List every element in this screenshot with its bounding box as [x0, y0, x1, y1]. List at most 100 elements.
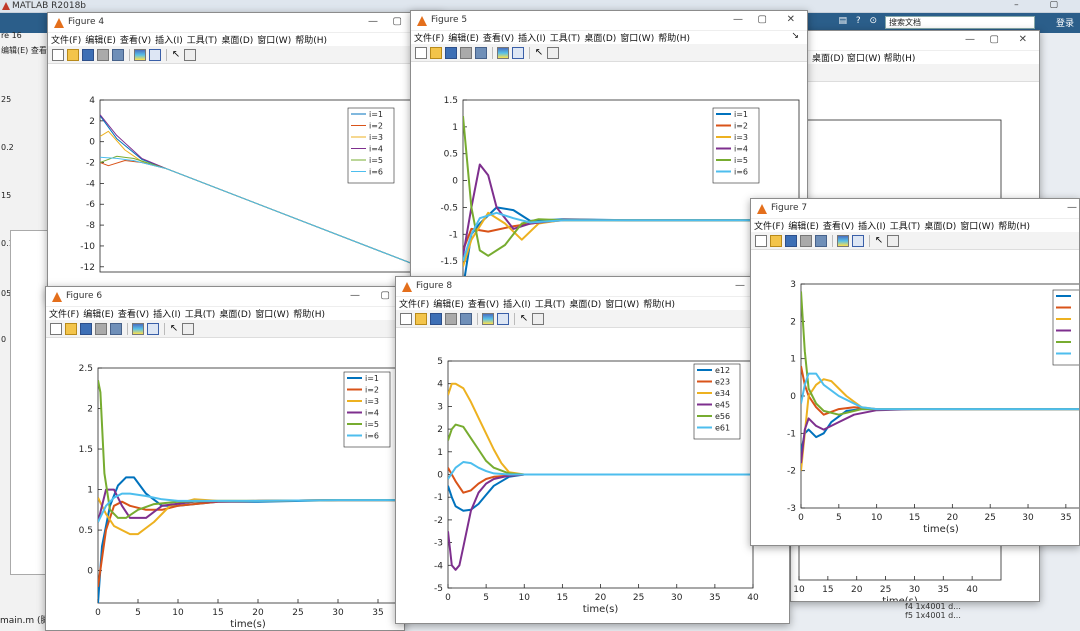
window-controls[interactable]: – ▢ — [1014, 0, 1072, 10]
save-icon[interactable] — [430, 313, 442, 325]
menu-item[interactable]: 编辑(E) — [433, 300, 464, 310]
minimize-icon[interactable]: — — [350, 290, 360, 301]
new-figure-icon[interactable] — [755, 235, 767, 247]
menu-item[interactable]: 桌面(D) — [219, 310, 251, 320]
maximize-icon[interactable]: ▢ — [381, 290, 390, 301]
menu-item[interactable]: 文件(F) — [49, 310, 79, 320]
menu-item[interactable]: 窗口(W) — [257, 36, 291, 46]
menu-item[interactable]: 编辑(E) — [448, 34, 479, 44]
menu-item[interactable]: 查看(V) — [468, 300, 499, 310]
menu-item[interactable]: 编辑(E) — [85, 36, 116, 46]
menu-item[interactable]: 插入(I) — [518, 34, 546, 44]
menu-item[interactable]: 插入(I) — [858, 222, 886, 232]
property-inspector-icon[interactable] — [532, 313, 544, 325]
menu-item[interactable]: 插入(I) — [155, 36, 183, 46]
menu-item[interactable]: 桌面(D) — [924, 222, 956, 232]
menu-item[interactable]: 帮助(H) — [295, 36, 327, 46]
open-file-icon[interactable] — [430, 47, 442, 59]
minimize-icon[interactable]: — — [368, 16, 378, 27]
property-inspector-icon[interactable] — [184, 49, 196, 61]
menu-item[interactable]: 帮助(H) — [293, 310, 325, 320]
menu-item[interactable]: 工具(T) — [185, 310, 216, 320]
menu-item[interactable]: 文件(F) — [414, 34, 444, 44]
menu-item[interactable]: 窗口(W) — [960, 222, 994, 232]
minimize-icon[interactable]: — — [965, 34, 975, 45]
edit-plot-arrow-icon[interactable]: ↖ — [519, 313, 529, 325]
figure-titlebar[interactable]: Figure 5 — ▢ ✕ — [411, 11, 807, 31]
open-file-icon[interactable] — [770, 235, 782, 247]
menu-item[interactable]: 桌面(D) — [584, 34, 616, 44]
legend-icon[interactable] — [147, 323, 159, 335]
link-plot-icon[interactable] — [112, 49, 124, 61]
legend-icon[interactable] — [852, 235, 864, 247]
colorbar-icon[interactable] — [837, 235, 849, 247]
menu-item[interactable]: 帮助(H) — [998, 222, 1030, 232]
new-figure-icon[interactable] — [400, 313, 412, 325]
figure-window[interactable]: Figure 7 — 文件(F) 编辑(E) 查看(V) 插入(I) 工具(T) 桌面(D… — [750, 198, 1080, 546]
save-icon[interactable] — [80, 323, 92, 335]
menu-item[interactable]: 桌面(D) — [569, 300, 601, 310]
print-icon[interactable] — [800, 235, 812, 247]
doc-search-input[interactable]: 搜索文档 — [885, 16, 1035, 29]
menu-item[interactable]: 帮助(H) — [658, 34, 690, 44]
edit-plot-arrow-icon[interactable]: ↖ — [874, 235, 884, 247]
print-icon[interactable] — [95, 323, 107, 335]
workspace-row[interactable]: f4 1x4001 d... — [905, 602, 1005, 611]
workspace-row[interactable]: f5 1x4001 d... — [905, 611, 1005, 620]
legend-icon[interactable] — [497, 313, 509, 325]
menu-item[interactable]: 查看(V) — [483, 34, 514, 44]
menu-item[interactable]: 插入(I) — [503, 300, 531, 310]
menu-item[interactable]: 工具(T) — [550, 34, 581, 44]
edit-plot-arrow-icon[interactable]: ↖ — [169, 323, 179, 335]
figure-window[interactable]: Figure 6 — ▢ 文件(F) 编辑(E) 查看(V) 插入(I) 工具(T) 桌面… — [45, 286, 405, 631]
menu-item[interactable]: 文件(F) — [51, 36, 81, 46]
menu-item[interactable]: 查看(V) — [120, 36, 151, 46]
open-file-icon[interactable] — [65, 323, 77, 335]
figure-16-window-fragment[interactable] — [10, 230, 50, 575]
minimize-icon[interactable]: — — [733, 14, 743, 25]
menu-item[interactable]: 窗口(W) — [605, 300, 639, 310]
figure-window[interactable]: Figure 8 — 文件(F) 编辑(E) 查看(V) 插入(I) 工具(T) 桌面(D… — [395, 276, 790, 624]
menu-item[interactable]: 文件(F) — [399, 300, 429, 310]
menu-item[interactable]: 窗口(W) — [620, 34, 654, 44]
property-inspector-icon[interactable] — [547, 47, 559, 59]
close-icon[interactable]: ✕ — [787, 14, 795, 25]
property-inspector-icon[interactable] — [182, 323, 194, 335]
save-icon[interactable] — [445, 47, 457, 59]
minimize-icon[interactable]: — — [1067, 202, 1077, 213]
new-figure-icon[interactable] — [415, 47, 427, 59]
menu-item[interactable]: 桌面(D) — [221, 36, 253, 46]
minimize-icon[interactable]: — — [735, 280, 745, 291]
edit-plot-arrow-icon[interactable]: ↖ — [534, 47, 544, 59]
menu-item[interactable]: 工具(T) — [187, 36, 218, 46]
new-figure-icon[interactable] — [50, 323, 62, 335]
menu-item-desktop[interactable]: 桌面(D) 窗口(W) 帮助(H) — [812, 54, 915, 64]
figure-titlebar[interactable]: Figure 6 — ▢ — [46, 287, 404, 307]
menu-item[interactable]: 查看(V) — [118, 310, 149, 320]
figure-titlebar[interactable]: Figure 8 — — [396, 277, 789, 297]
link-plot-icon[interactable] — [110, 323, 122, 335]
print-icon[interactable] — [460, 47, 472, 59]
legend-icon[interactable] — [149, 49, 161, 61]
open-file-icon[interactable] — [415, 313, 427, 325]
save-icon[interactable] — [82, 49, 94, 61]
menu-item[interactable]: 查看(V) — [823, 222, 854, 232]
legend-icon[interactable] — [512, 47, 524, 59]
colorbar-icon[interactable] — [482, 313, 494, 325]
figure-titlebar[interactable]: Figure 4 — ▢ ✕ — [48, 13, 442, 33]
open-file-icon[interactable] — [67, 49, 79, 61]
colorbar-icon[interactable] — [134, 49, 146, 61]
menu-item[interactable]: 工具(T) — [535, 300, 566, 310]
edit-plot-arrow-icon[interactable]: ↖ — [171, 49, 181, 61]
figure-titlebar[interactable]: Figure 7 — — [751, 199, 1079, 219]
ribbon-quick-icons[interactable]: ▤ ? ⊙ — [838, 16, 880, 26]
figure-titlebar[interactable]: — ▢ ✕ — [791, 31, 1039, 51]
print-icon[interactable] — [445, 313, 457, 325]
figure-window[interactable]: Figure 5 — ▢ ✕ 文件(F) 编辑(E) 查看(V) 插入(I) 工具(T)… — [410, 10, 808, 310]
link-plot-icon[interactable] — [815, 235, 827, 247]
menu-item[interactable]: 插入(I) — [153, 310, 181, 320]
maximize-icon[interactable]: ▢ — [393, 16, 402, 27]
property-inspector-icon[interactable] — [887, 235, 899, 247]
login-button[interactable]: 登录 — [1056, 16, 1074, 29]
menu-item[interactable]: 编辑(E) — [83, 310, 114, 320]
